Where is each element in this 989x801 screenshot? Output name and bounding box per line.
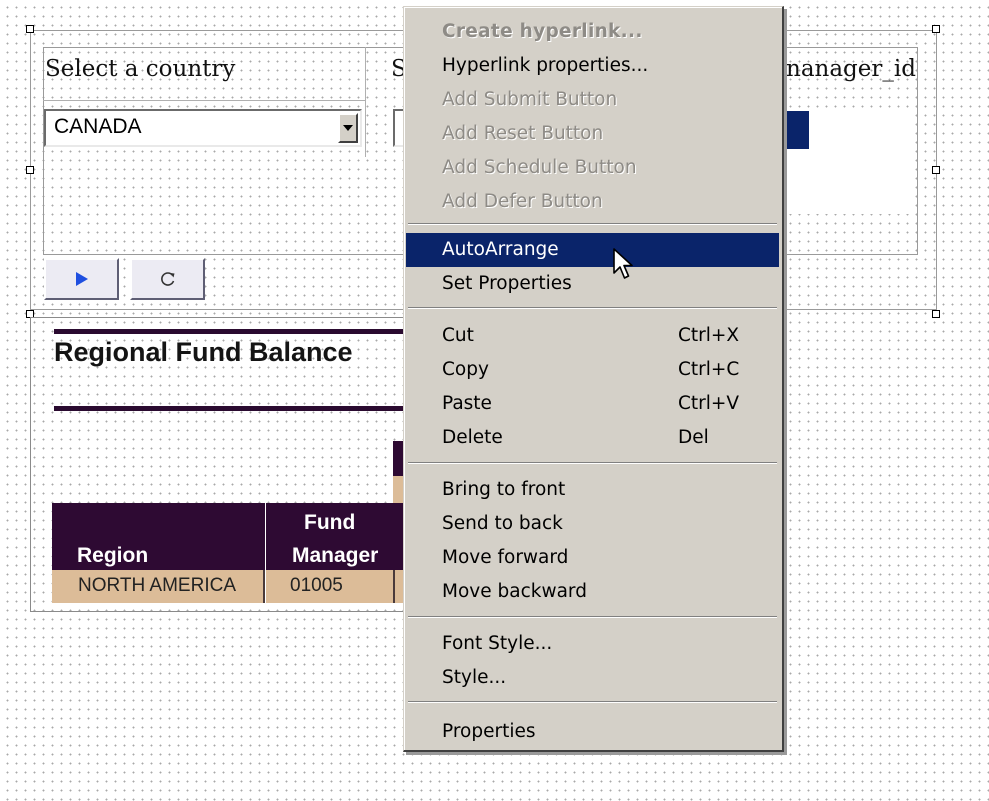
manager-id-label: nanager_id <box>786 56 916 82</box>
title-rule-top <box>54 329 404 334</box>
column-header-region: Region <box>52 503 265 570</box>
run-button[interactable] <box>44 258 119 300</box>
shortcut-delete: Del <box>678 427 709 448</box>
manager-id-listbox[interactable] <box>782 108 911 214</box>
selection-handle[interactable] <box>26 166 34 174</box>
menu-item-move-forward[interactable]: Move forward <box>406 541 779 575</box>
play-icon <box>75 272 88 286</box>
context-menu: Create hyperlink... Hyperlink properties… <box>403 6 784 752</box>
menu-separator <box>408 701 777 703</box>
menu-item-autoarrange[interactable]: AutoArrange <box>406 233 779 267</box>
report-title: Regional Fund Balance <box>54 337 353 367</box>
menu-item-properties[interactable]: Properties <box>406 715 779 749</box>
selection-handle[interactable] <box>26 25 34 33</box>
selection-handle[interactable] <box>932 310 940 318</box>
shortcut-copy: Ctrl+C <box>678 359 740 380</box>
menu-item-set-properties[interactable]: Set Properties <box>406 267 779 301</box>
form-label-divider <box>43 100 365 101</box>
table-column-divider <box>393 570 395 603</box>
menu-item-add-schedule-button[interactable]: Add Schedule Button <box>406 151 779 185</box>
form-column-divider <box>365 47 366 157</box>
reset-icon <box>160 272 174 286</box>
menu-item-cut[interactable]: Cut Ctrl+X <box>406 319 779 353</box>
country-select-value: CANADA <box>54 115 142 138</box>
table-cell-fund-manager: 01005 <box>266 570 404 603</box>
shortcut-paste: Ctrl+V <box>678 393 740 414</box>
column-header-fund-manager: Fund Manager <box>266 503 404 570</box>
menu-separator <box>408 462 777 464</box>
manager-id-selected-item[interactable] <box>783 111 809 149</box>
menu-item-font-style[interactable]: Font Style... <box>406 627 779 661</box>
reset-button[interactable] <box>130 258 205 300</box>
country-select[interactable]: CANADA <box>44 109 362 147</box>
menu-item-copy[interactable]: Copy Ctrl+C <box>406 353 779 387</box>
selection-handle[interactable] <box>932 166 940 174</box>
menu-item-add-defer-button[interactable]: Add Defer Button <box>406 185 779 219</box>
column-header-fund-label: Fund <box>304 511 356 534</box>
selection-handle[interactable] <box>932 25 940 33</box>
country-label: Select a country <box>45 56 236 82</box>
menu-item-create-hyperlink[interactable]: Create hyperlink... <box>406 15 779 49</box>
menu-separator <box>408 307 777 309</box>
menu-item-add-submit-button[interactable]: Add Submit Button <box>406 83 779 117</box>
table-cell-region: NORTH AMERICA <box>52 570 265 603</box>
menu-item-style[interactable]: Style... <box>406 661 779 695</box>
menu-item-bring-to-front[interactable]: Bring to front <box>406 473 779 507</box>
menu-item-move-backward[interactable]: Move backward <box>406 575 779 609</box>
menu-item-paste[interactable]: Paste Ctrl+V <box>406 387 779 421</box>
menu-item-delete[interactable]: Delete Del <box>406 421 779 455</box>
title-rule-bottom <box>54 406 404 411</box>
menu-separator <box>408 223 777 225</box>
mouse-pointer-icon <box>613 248 633 279</box>
shortcut-cut: Ctrl+X <box>678 325 740 346</box>
menu-item-add-reset-button[interactable]: Add Reset Button <box>406 117 779 151</box>
menu-item-hyperlink-properties[interactable]: Hyperlink properties... <box>406 49 779 83</box>
menu-separator <box>408 616 777 618</box>
menu-item-send-to-back[interactable]: Send to back <box>406 507 779 541</box>
column-header-manager-label: Manager <box>292 544 379 567</box>
chevron-down-icon[interactable] <box>338 113 358 143</box>
column-header-region-label: Region <box>77 544 149 567</box>
